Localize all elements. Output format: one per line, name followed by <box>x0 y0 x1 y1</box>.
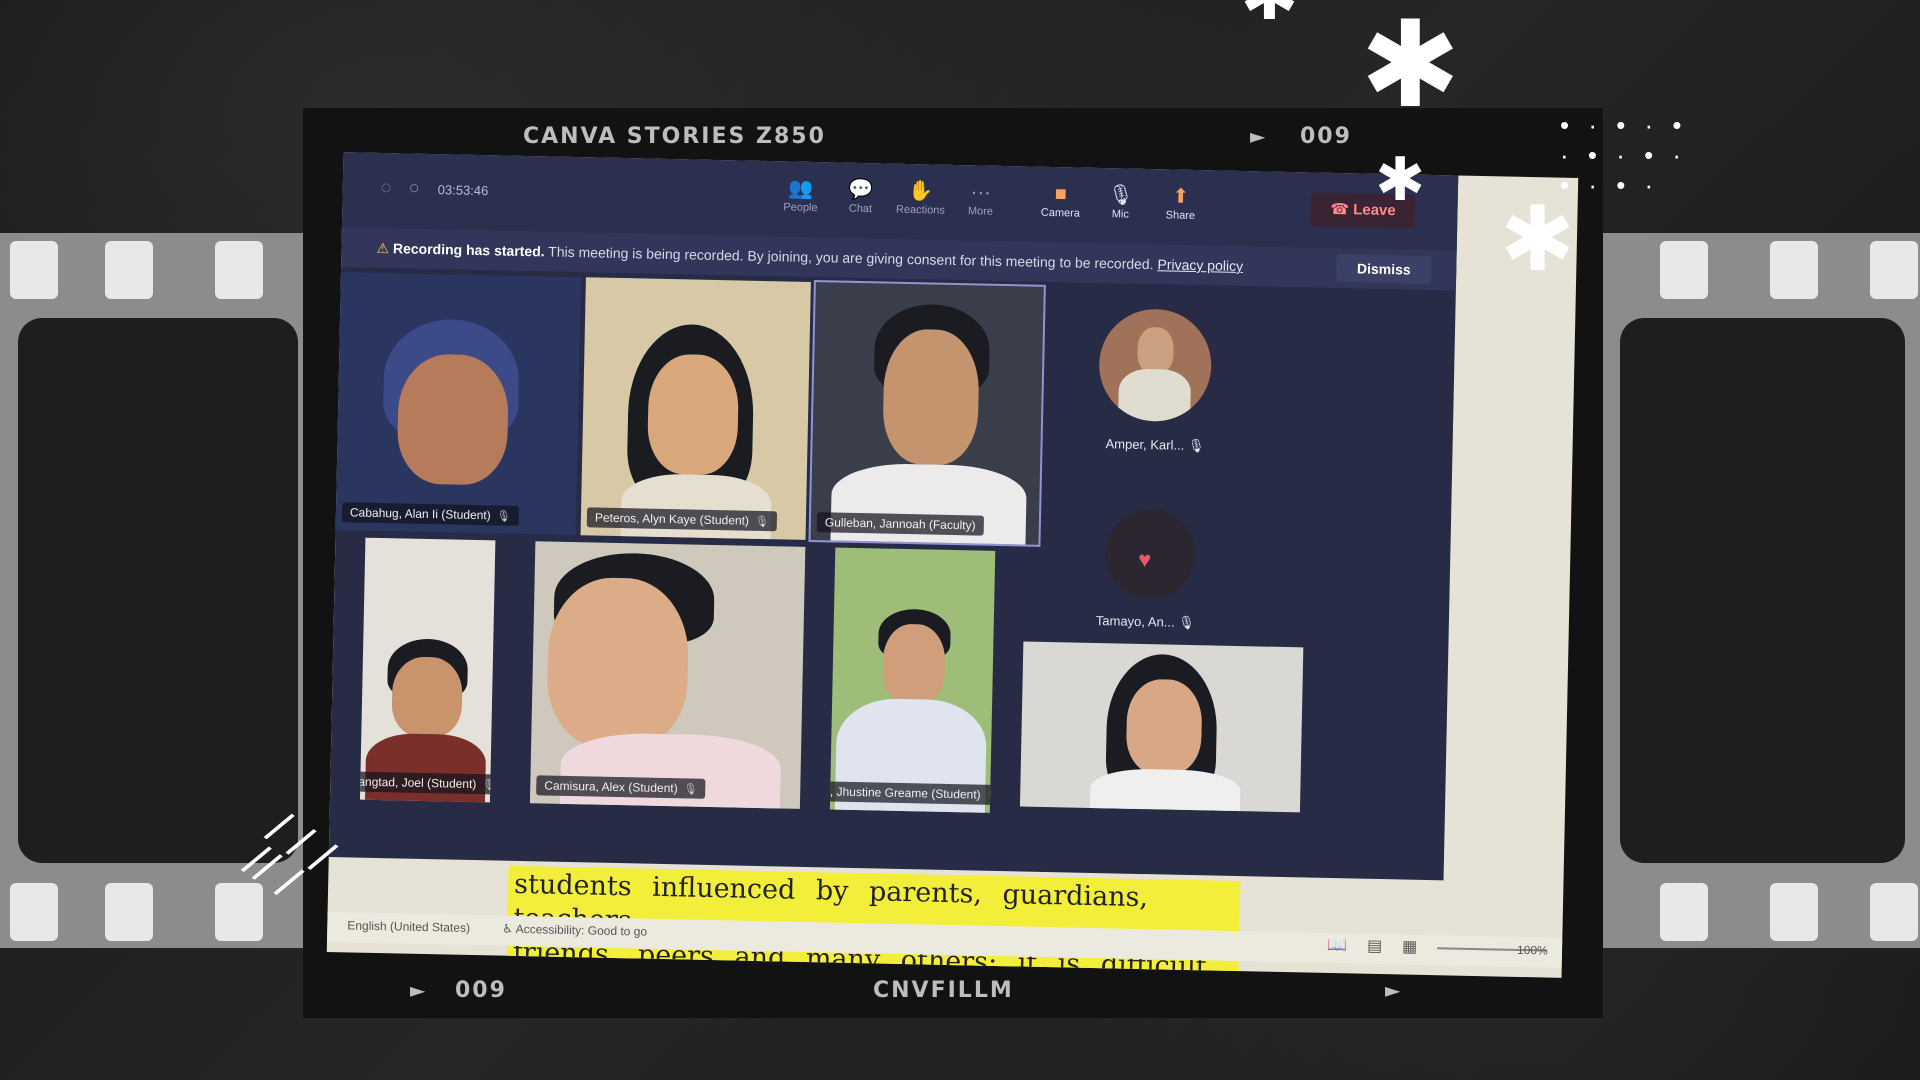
share-icon: ⬆ <box>1172 185 1190 208</box>
sprocket-hole <box>10 241 58 299</box>
avatar-name: Amper, Karl... 🎙 <box>1105 436 1205 454</box>
meeting-timer: 03:53:46 <box>437 182 489 199</box>
reactions-icon: ✋ <box>908 179 934 203</box>
shield-icon: ◌ <box>380 176 392 198</box>
warning-icon: ⚠ <box>376 239 390 257</box>
participant-face <box>391 656 463 738</box>
more-icon: ··· <box>970 181 992 204</box>
mic-muted-icon: 🎙 <box>754 515 770 529</box>
chat-button[interactable]: 💬 Chat <box>832 176 889 215</box>
star-decoration-icon: ✱ <box>1240 0 1299 30</box>
participant-face <box>396 353 510 486</box>
dismiss-button[interactable]: Dismiss <box>1336 253 1432 284</box>
star-decoration-icon: ✱ <box>1360 0 1461 132</box>
participant-name-tag: mangtad, Joel (Student) 🎙 <box>359 771 496 795</box>
video-tile[interactable]: Peteros, Alyn Kaye (Student) 🎙 <box>580 277 811 540</box>
participant-face <box>882 623 946 705</box>
frame-top-label: CANVA STORIES Z850 <box>523 124 826 149</box>
accessibility-icon: ♿ <box>502 921 516 936</box>
mic-muted-icon: 🎙 <box>1187 437 1205 454</box>
teams-meeting-window: ◌ ○ 03:53:46 👥 People 💬 Chat ✋ Reactions ··… <box>328 152 1459 881</box>
heart-icon: ♥ <box>1137 546 1152 573</box>
read-mode-icon[interactable]: 📖 <box>1327 935 1347 955</box>
participant-face <box>1125 678 1203 776</box>
participant-name-tag: Cabahug, Alan Ii (Student) 🎙 <box>341 502 519 526</box>
print-layout-icon[interactable]: ▤ <box>1367 936 1383 956</box>
sprocket-hole <box>1660 883 1708 941</box>
participant-name-tag: Ceballos, Jhustine Greame (Student) 🎙 <box>829 780 996 806</box>
sprocket-hole <box>215 241 263 299</box>
people-icon: 👥 <box>788 177 814 200</box>
more-label: More <box>967 205 994 218</box>
camera-label: Camera <box>1040 206 1081 220</box>
chat-label: Chat <box>848 202 873 216</box>
participant-name-tag: Gulleban, Jannoah (Faculty) <box>816 512 984 536</box>
play-arrow-icon: ► <box>1250 124 1268 148</box>
sparkle-dots-icon: • · • · • · • · • · • · • · <box>1560 110 1688 200</box>
monitor-photo: ◌ ○ 03:53:46 👥 People 💬 Chat ✋ Reactions ··… <box>326 152 1579 978</box>
share-label: Share <box>1165 209 1196 223</box>
sprocket-hole <box>1770 883 1818 941</box>
mic-muted-icon: 🎙 <box>986 789 996 803</box>
share-button[interactable]: ⬆ Share <box>1152 183 1209 222</box>
mic-muted-icon: 🎙 <box>1178 614 1195 631</box>
mic-muted-icon: 🎙 <box>496 510 511 523</box>
participant-face <box>646 353 740 476</box>
sprocket-hole <box>105 883 153 941</box>
video-tile[interactable]: Camisura, Alex (Student) 🎙 <box>529 541 806 809</box>
film-frame-right <box>1620 318 1905 863</box>
chat-icon: 💬 <box>848 178 874 202</box>
accessibility-status[interactable]: ♿ Accessibility: Good to go <box>502 922 647 939</box>
people-button[interactable]: 👥 People <box>772 175 829 214</box>
camera-button[interactable]: ■ Camera <box>1032 181 1089 220</box>
sprocket-hole <box>1870 241 1918 299</box>
mic-off-icon: 🎙 <box>1107 184 1134 207</box>
privacy-policy-link[interactable]: Privacy policy <box>1157 256 1243 274</box>
sprocket-hole <box>1870 883 1918 941</box>
video-tile[interactable]: Cabahug, Alan Ii (Student) 🎙 <box>335 272 581 536</box>
web-layout-icon[interactable]: ▦ <box>1402 937 1418 957</box>
language-status[interactable]: English (United States) <box>347 918 470 935</box>
sprocket-hole <box>105 241 153 299</box>
sprocket-hole <box>1770 241 1818 299</box>
participant-name-tag: Peteros, Alyn Kaye (Student) 🎙 <box>586 507 778 532</box>
star-decoration-icon: ✱ <box>1500 190 1576 290</box>
mic-muted-icon: 🎙 <box>683 783 698 796</box>
phone-icon: ☎ <box>1330 200 1354 219</box>
frame-top-counter: 009 <box>1300 124 1352 149</box>
participant-avatar[interactable]: ♥ <box>1104 508 1197 601</box>
film-frame-left <box>18 318 298 863</box>
mic-button[interactable]: 🎙 Mic <box>1092 182 1149 221</box>
play-arrow-icon: ► <box>410 978 428 1002</box>
reactions-button[interactable]: ✋ Reactions <box>892 178 949 217</box>
reactions-label: Reactions <box>895 203 945 217</box>
people-label: People <box>783 201 818 215</box>
recording-message: This meeting is being recorded. By joini… <box>548 243 1154 273</box>
video-tile[interactable]: Ceballos, Jhustine Greame (Student) 🎙 <box>829 547 996 813</box>
participant-face <box>546 576 690 750</box>
participant-name-tag: Camisura, Alex (Student) 🎙 <box>536 775 706 799</box>
video-tile-active[interactable]: Gulleban, Jannoah (Faculty) <box>808 280 1046 547</box>
record-icon: ○ <box>408 177 420 198</box>
participant-avatar[interactable] <box>1098 308 1213 423</box>
camera-icon: ■ <box>1054 183 1068 206</box>
avatar-name: Tamayo, An... 🎙 <box>1095 613 1195 631</box>
mic-label: Mic <box>1111 208 1130 221</box>
sprocket-hole <box>1660 241 1708 299</box>
frame-bottom-counter: 009 <box>455 978 507 1003</box>
recording-title: Recording has started. <box>392 240 545 260</box>
frame-bottom-label: CNVFILLM <box>873 978 1014 1003</box>
star-decoration-icon: ✱ <box>1375 146 1426 213</box>
play-arrow-icon: ► <box>1385 978 1403 1002</box>
video-tile-self[interactable] <box>1019 641 1304 813</box>
zoom-level[interactable]: 100% <box>1517 943 1548 958</box>
video-tile[interactable]: mangtad, Joel (Student) 🎙 <box>359 537 496 803</box>
participant-face <box>882 328 980 466</box>
sprocket-hole <box>10 883 58 941</box>
mic-muted-icon: 🎙 <box>482 779 496 792</box>
more-button[interactable]: ··· More <box>952 179 1009 218</box>
